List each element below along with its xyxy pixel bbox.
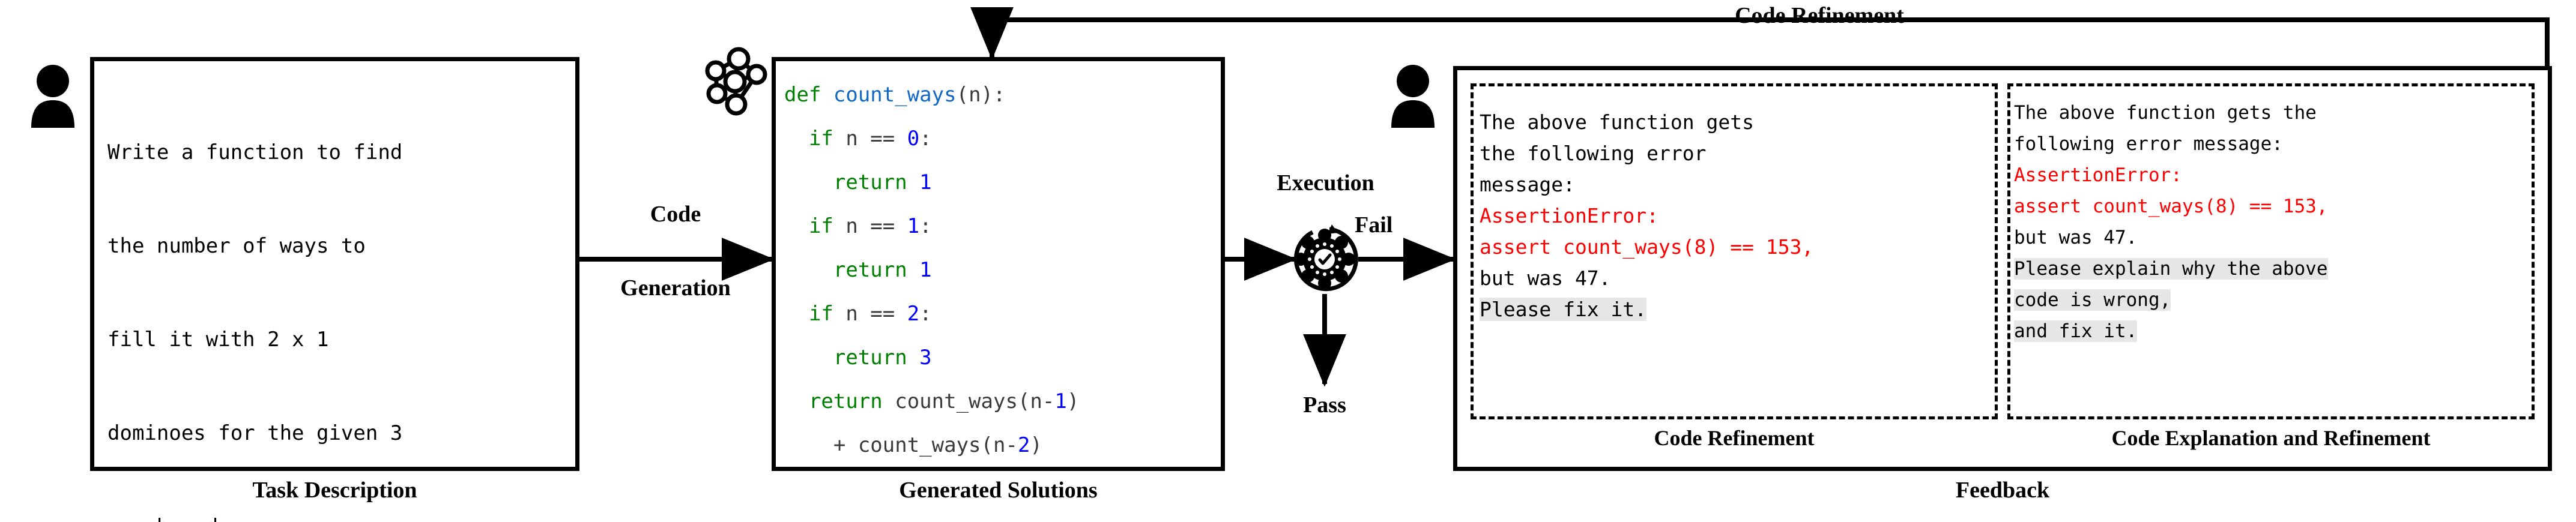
code-token: (n): [956, 83, 1006, 107]
feedback-line: AssertionError: [1480, 200, 1995, 232]
code-token: count_ways(n- [895, 389, 1055, 413]
feedback-line-text: the following error [1480, 142, 1707, 165]
code-refinement-text: The above function gets the following err… [1474, 86, 1995, 325]
code-token: 2 [907, 302, 920, 326]
feedback-line: but was 47. [2014, 222, 2532, 253]
feedback-line: The above function gets the [2014, 97, 2532, 128]
task-line: the number of ways to [107, 234, 366, 258]
feedback-line: The above function gets [1480, 107, 1995, 138]
code-token: count_ways [833, 83, 957, 107]
code-explanation-refinement-subpanel: The above function gets the following err… [2007, 83, 2535, 419]
code-token: return [784, 389, 895, 413]
feedback-line: Please explain why the above [2014, 253, 2532, 284]
code-line: def count_ways(n): [784, 73, 1221, 117]
code-token: 2 [1017, 433, 1030, 457]
code-line: return 1 [784, 248, 1221, 292]
task-description-caption: Task Description [252, 478, 417, 503]
pass-label: Pass [1303, 392, 1346, 418]
code-explanation-refinement-text: The above function gets the following err… [2010, 86, 2532, 347]
feedback-line: code is wrong, [2014, 284, 2532, 316]
execution-label: Execution [1277, 170, 1374, 196]
neural-network-icon [705, 47, 767, 116]
feedback-line: AssertionError: [2014, 160, 2532, 191]
code-explanation-refinement-subcaption: Code Explanation and Refinement [2111, 426, 2431, 450]
feedback-panel: The above function gets the following err… [1453, 66, 2552, 471]
code-token: 3 [919, 346, 932, 370]
code-generation-label: Code Generation [597, 153, 754, 350]
code-token: if [784, 302, 846, 326]
feedback-line: and fix it. [2014, 316, 2532, 347]
code-generation-label-line2: Generation [620, 275, 731, 301]
feedback-line-text: message: [1480, 173, 1575, 196]
feedback-line-text: code is wrong, [2014, 289, 2171, 311]
code-generation-label-line1: Code [650, 202, 701, 227]
code-token: : [919, 214, 932, 238]
code-token: ) [1030, 433, 1042, 457]
feedback-line-text: The above function gets [1480, 110, 1754, 134]
code-token: return [784, 346, 920, 370]
code-token: 1 [919, 170, 932, 194]
code-refinement-subcaption: Code Refinement [1654, 426, 1815, 450]
feedback-line: assert count_ways(8) == 153, [2014, 191, 2532, 222]
person-icon [1391, 65, 1435, 128]
code-token: 0 [907, 127, 920, 151]
feedback-line-text: and fix it. [2014, 320, 2138, 342]
code-token: if [784, 214, 846, 238]
feedback-line-text: Please fix it. [1480, 298, 1647, 321]
feedback-line-text: following error message: [2014, 133, 2283, 155]
feedback-line: Please fix it. [1480, 294, 1995, 325]
code-refinement-loop-label: Code Refinement [1735, 3, 1904, 28]
code-token: 1 [1054, 389, 1067, 413]
code-refinement-subpanel: The above function gets the following err… [1471, 83, 1998, 419]
code-token: def [784, 83, 833, 107]
code-line: + count_ways(n-2) [784, 424, 1221, 467]
gear-check-icon [1294, 224, 1358, 292]
feedback-line-text: Please explain why the above [2014, 258, 2328, 280]
code-token: : [919, 127, 932, 151]
feedback-caption: Feedback [1955, 478, 2050, 503]
code-line: if n == 0: [784, 117, 1221, 161]
task-line: Write a function to find [107, 140, 403, 164]
generated-solutions-panel: def count_ways(n): if n == 0: return 1 i… [772, 57, 1225, 471]
code-token: : [919, 302, 932, 326]
person-icon [31, 65, 74, 128]
feedback-line-text: but was 47. [2014, 227, 2138, 248]
code-token: if [784, 127, 846, 151]
feedback-line-text: The above function gets the [2014, 102, 2317, 124]
feedback-line-text: AssertionError: [1480, 204, 1659, 227]
feedback-line: but was 47. [1480, 263, 1995, 294]
code-token: return [784, 170, 920, 194]
task-line: dominoes for the given 3 [107, 421, 403, 445]
fail-label: Fail [1355, 212, 1393, 238]
feedback-line-text: assert count_ways(8) == 153, [2014, 196, 2328, 217]
task-description-text: Write a function to find the number of w… [94, 61, 575, 522]
code-token: + count_ways(n- [784, 433, 1018, 457]
code-line: if n == 1: [784, 205, 1221, 248]
feedback-line-text: AssertionError: [2014, 164, 2182, 186]
code-line: if n == 2: [784, 292, 1221, 336]
feedback-line-text: assert count_ways(8) == 153, [1480, 235, 1814, 259]
code-token: n == [845, 214, 907, 238]
feedback-line: message: [1480, 169, 1995, 200]
feedback-line: following error message: [2014, 128, 2532, 160]
task-line: x n board. [107, 511, 575, 522]
pipeline-figure: Code Refinement Write a function to find… [0, 0, 2576, 522]
code-line: return 3 [784, 336, 1221, 380]
generated-solutions-caption: Generated Solutions [899, 478, 1098, 503]
code-line: return 1 [784, 161, 1221, 205]
code-token: 1 [919, 258, 932, 282]
task-line: fill it with 2 x 1 [107, 328, 329, 352]
task-description-panel: Write a function to find the number of w… [90, 57, 579, 522]
feedback-line: the following error [1480, 138, 1995, 169]
feedback-line-text: but was 47. [1480, 266, 1611, 290]
code-token: return [784, 258, 920, 282]
code-token: ) [1066, 389, 1080, 413]
code-token: n == [845, 302, 907, 326]
code-line: return count_ways(n-1) [784, 380, 1221, 424]
code-token: n == [845, 127, 907, 151]
code-token: 1 [907, 214, 920, 238]
generated-code-block: def count_ways(n): if n == 0: return 1 i… [776, 61, 1221, 467]
feedback-line: assert count_ways(8) == 153, [1480, 232, 1995, 263]
